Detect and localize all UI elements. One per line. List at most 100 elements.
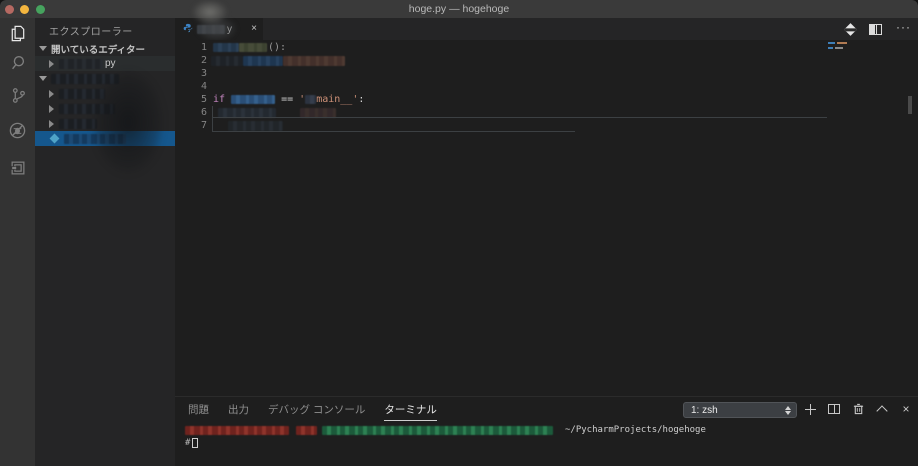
plus-icon <box>805 404 816 415</box>
redacted-selected-name <box>64 134 126 144</box>
git-branch-icon <box>9 86 27 105</box>
activity-bar-extensions[interactable] <box>0 153 35 183</box>
tree-item[interactable] <box>35 101 175 116</box>
panel-tab-problems[interactable]: 問題 <box>188 398 209 420</box>
tree-item[interactable] <box>35 86 175 101</box>
redacted-string <box>305 95 316 104</box>
open-editors-label: 開いているエディター <box>51 42 145 56</box>
open-editor-filename-suffix: py <box>105 58 116 69</box>
trash-icon <box>853 403 864 415</box>
redacted-item-name <box>59 89 105 99</box>
terminal-prompt-line: # <box>185 438 190 450</box>
titlebar: hoge.py — hogehoge <box>0 0 918 18</box>
redacted-filename <box>59 59 103 69</box>
files-icon <box>8 24 27 43</box>
open-editors-section-header[interactable]: 開いているエディター <box>35 41 175 56</box>
redacted-code <box>228 121 283 131</box>
current-line-border <box>212 117 827 118</box>
kill-terminal-button[interactable] <box>846 403 870 415</box>
activity-bar-search[interactable] <box>0 48 35 78</box>
tree-item[interactable] <box>35 116 175 131</box>
tab-name-suffix: y <box>227 24 232 35</box>
open-editor-item[interactable]: py <box>35 56 175 71</box>
chevron-expanded-icon <box>39 46 47 51</box>
python-file-icon <box>50 134 60 144</box>
redacted-tab-name <box>197 25 225 34</box>
debug-icon <box>8 121 27 140</box>
chevron-collapsed-icon <box>49 105 54 113</box>
terminal-cwd-path: ~/PycharmProjects/hogehoge <box>565 425 706 435</box>
panel-actions: × <box>798 397 918 421</box>
panel-tab-debug-console[interactable]: デバッグ コンソール <box>268 398 365 420</box>
tree-root-folder[interactable] <box>35 71 175 86</box>
redacted-item-name <box>59 104 115 114</box>
redacted-folder-name <box>51 74 119 84</box>
redacted-identifier <box>231 95 275 104</box>
operator: == <box>281 94 299 105</box>
panel-tab-bar: 問題 出力 デバッグ コンソール ターミナル <box>188 397 437 421</box>
chevron-up-icon <box>876 405 887 416</box>
activity-bar-debug[interactable] <box>0 115 35 145</box>
line-number: 5 <box>175 93 207 106</box>
chevron-collapsed-icon <box>49 120 54 128</box>
current-line-border <box>212 106 213 132</box>
line-number: 2 <box>175 54 207 67</box>
code-line1-suffix: (): <box>268 41 286 54</box>
panel-tab-output[interactable]: 出力 <box>228 398 249 420</box>
terminal-picker-select[interactable]: 1: zsh <box>683 402 797 418</box>
split-terminal-button[interactable] <box>822 404 846 414</box>
terminal-prompt-char: # <box>185 438 190 448</box>
tree-item-selected[interactable] <box>35 131 175 146</box>
keyword-if: if <box>213 94 225 105</box>
code-line5: if == 'main__': <box>213 93 364 106</box>
redacted-code <box>239 43 267 52</box>
terminal-area[interactable]: ~/PycharmProjects/hogehoge # <box>175 421 918 466</box>
line-number: 1 <box>175 41 207 54</box>
explorer-title: エクスプローラー <box>49 23 133 38</box>
close-panel-button[interactable]: × <box>894 403 918 415</box>
explorer-sidebar: エクスプローラー 開いているエディター py <box>35 18 175 466</box>
minimap[interactable] <box>825 40 885 60</box>
redacted-terminal-text-red <box>296 426 317 435</box>
vscode-window: hoge.py — hogehoge <box>0 0 918 466</box>
string-tail: main__' <box>316 94 358 105</box>
run-action-icon[interactable] <box>844 23 857 36</box>
redacted-code <box>243 56 283 66</box>
redacted-code <box>213 43 239 52</box>
current-line-border <box>212 131 575 132</box>
minimap-mark <box>835 47 843 49</box>
maximize-panel-button[interactable] <box>870 403 894 415</box>
line-number: 7 <box>175 119 207 132</box>
editor-tab[interactable]: y × <box>175 18 263 40</box>
panel-tab-terminal[interactable]: ターミナル <box>384 398 437 421</box>
chevron-collapsed-icon <box>49 90 54 98</box>
code-editor[interactable]: 1 2 3 4 5 6 7 (): if == 'main__': <box>175 40 918 396</box>
terminal-picker-value: 1: zsh <box>691 405 718 416</box>
editor-tab-bar: y × ··· <box>175 18 918 40</box>
minimap-mark <box>828 42 835 44</box>
line-number: 3 <box>175 67 207 80</box>
new-terminal-button[interactable] <box>798 404 822 415</box>
redacted-item-name <box>59 119 97 129</box>
activity-bar-source-control[interactable] <box>0 80 35 110</box>
activity-bar-explorer[interactable] <box>0 18 35 48</box>
redacted-code <box>283 56 345 66</box>
bottom-panel: 問題 出力 デバッグ コンソール ターミナル 1: zsh × <box>175 396 918 466</box>
chevron-expanded-icon <box>39 76 47 81</box>
close-tab-icon[interactable]: × <box>251 24 257 34</box>
select-stepper-icon <box>782 404 794 416</box>
minimap-mark <box>837 42 847 44</box>
split-terminal-icon <box>828 404 840 414</box>
redacted-terminal-text-red <box>185 426 289 435</box>
python-icon <box>183 20 193 38</box>
redacted-terminal-text-green <box>322 426 553 435</box>
search-icon <box>9 54 27 72</box>
close-icon: × <box>902 403 909 415</box>
split-editor-icon[interactable] <box>869 24 882 35</box>
extensions-icon <box>9 159 27 177</box>
line-number: 6 <box>175 106 207 119</box>
activity-bar <box>0 18 35 466</box>
scrollbar-thumb[interactable] <box>908 96 912 114</box>
terminal-cursor <box>192 438 198 448</box>
terminal-output-line: ~/PycharmProjects/hogehoge <box>175 424 918 436</box>
